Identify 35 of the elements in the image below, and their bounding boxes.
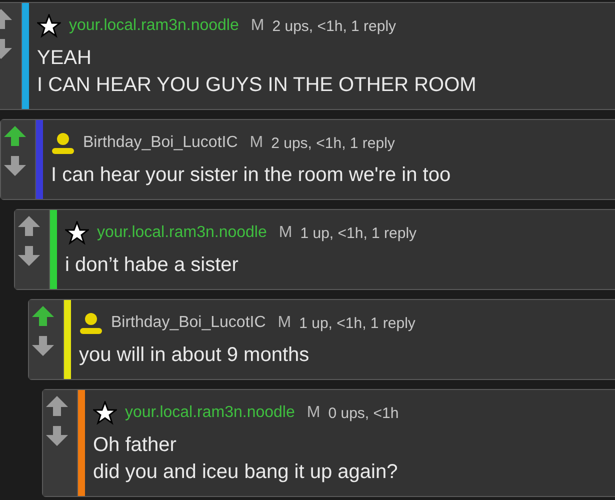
- username-link[interactable]: your.local.ram3n.noodle: [97, 224, 267, 242]
- upvote-arrow-icon[interactable]: [17, 214, 41, 238]
- username-link[interactable]: your.local.ram3n.noodle: [69, 17, 239, 35]
- mod-label: M: [306, 404, 320, 422]
- downvote-arrow-icon[interactable]: [17, 244, 41, 268]
- mod-label: M: [278, 224, 292, 242]
- comment-text: I CAN HEAR YOU GUYS IN THE OTHER ROOM: [37, 73, 478, 98]
- upvote-arrow-icon[interactable]: [3, 124, 27, 148]
- downvote-arrow-icon[interactable]: [31, 334, 55, 358]
- upvote-arrow-icon[interactable]: [45, 394, 69, 418]
- comment-meta: 1 up, <1h, 1 reply: [300, 224, 417, 242]
- downvote-arrow-icon[interactable]: [45, 424, 69, 448]
- comment-meta: 1 up, <1h, 1 reply: [299, 314, 416, 332]
- comment-meta: 0 ups, <1h: [328, 404, 399, 422]
- downvote-arrow-icon[interactable]: [3, 154, 27, 178]
- star-icon: [65, 221, 89, 245]
- comment-text: did you and iceu bang it up again?: [93, 460, 399, 485]
- mod-label: M: [250, 17, 264, 35]
- star-icon: [93, 401, 117, 425]
- upvote-arrow-icon[interactable]: [31, 304, 55, 328]
- username-link[interactable]: Birthday_Boi_LucotIC: [111, 314, 266, 332]
- comment-text: you will in about 9 months: [79, 343, 310, 368]
- comment-text: Oh father: [93, 433, 178, 458]
- user-icon: [79, 311, 103, 335]
- mod-label: M: [278, 314, 292, 332]
- user-icon: [51, 131, 75, 155]
- username-link[interactable]: Birthday_Boi_LucotIC: [83, 134, 238, 152]
- star-icon: [37, 14, 61, 38]
- comment-text: i don’t habe a sister: [65, 253, 240, 278]
- comment-text: I can hear your sister in the room we're in too: [51, 163, 452, 188]
- username-link[interactable]: your.local.ram3n.noodle: [125, 404, 295, 422]
- comment-text: YEAH: [37, 46, 92, 71]
- mod-label: M: [250, 134, 264, 152]
- comment-meta: 2 ups, <1h, 1 reply: [272, 18, 396, 34]
- comment-meta: 2 ups, <1h, 1 reply: [271, 134, 395, 152]
